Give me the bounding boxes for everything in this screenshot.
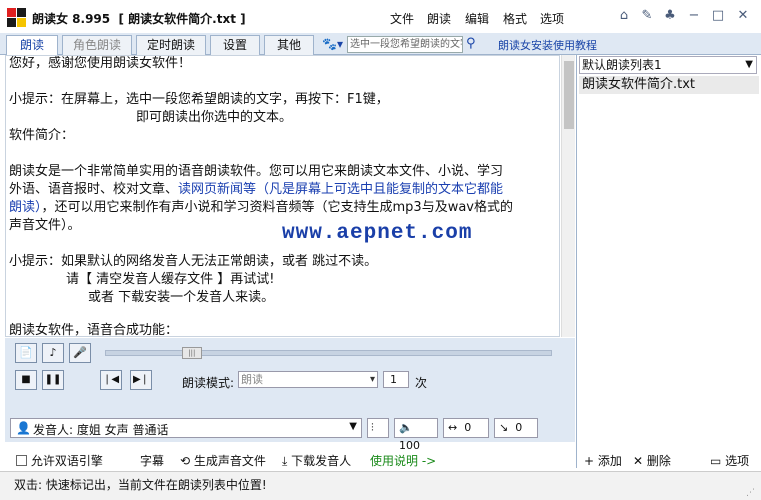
help-link[interactable]: 朗读女安装使用教程 bbox=[498, 37, 597, 53]
menu-read[interactable]: 朗读 bbox=[427, 10, 451, 27]
chevron-down-icon: ▼ bbox=[745, 59, 753, 70]
menu-file[interactable]: 文件 bbox=[390, 10, 414, 27]
download-icon: ⤓ bbox=[282, 454, 288, 468]
subtitle-button[interactable]: 字幕 bbox=[140, 452, 164, 469]
text-line: 朗读），还可以用它来制作有声小说和学习资料音频等（它支持生成mp3与及wav格式… bbox=[9, 200, 513, 215]
plus-icon: + bbox=[584, 454, 595, 468]
text-line: 声音文件）。 bbox=[9, 218, 81, 233]
maximize-icon[interactable]: □ bbox=[710, 8, 726, 24]
document-icon[interactable]: 📄 bbox=[15, 343, 37, 363]
next-button[interactable]: ▶❘ bbox=[130, 370, 152, 390]
chevron-down-icon: ▾ bbox=[369, 374, 375, 385]
text-line: 外语、语音报时、校对文章、读网页新闻等（凡是屏幕上可选中且能复制的文本它都能 bbox=[9, 182, 504, 197]
text-line: 小提示：如果默认的网络发音人无法正常朗读，或者 跳过不读。 bbox=[9, 254, 378, 269]
paw-dropdown-icon[interactable]: 🐾▾ bbox=[322, 36, 344, 53]
text-line: 请【 清空发音人缓存文件 】再试试! bbox=[66, 272, 275, 287]
text-line: 或者 下载安装一个发音人来读。 bbox=[88, 290, 275, 305]
shirt-icon[interactable]: ♣ bbox=[662, 8, 678, 24]
speed-control[interactable]: ↔ 0 bbox=[443, 418, 489, 438]
music-icon[interactable]: ♪ bbox=[42, 343, 64, 363]
stop-button[interactable]: ■ bbox=[15, 370, 37, 390]
text-line: 软件简介： bbox=[9, 128, 75, 143]
waveform-icon: ⫶ bbox=[371, 421, 374, 434]
scrollbar-thumb[interactable] bbox=[564, 61, 574, 129]
bottom-toolbar: 允许双语引擎 字幕 ⟲ 生成声音文件 ⤓ 下载发音人 使用说明 -> + 添加 … bbox=[0, 448, 761, 470]
refresh-icon: ⟲ bbox=[180, 454, 191, 468]
search-icon[interactable]: ⚲ bbox=[466, 36, 476, 51]
generate-audio-button[interactable]: ⟲ 生成声音文件 bbox=[180, 452, 266, 469]
vertical-scrollbar[interactable] bbox=[561, 55, 575, 337]
tab-other[interactable]: 其他 bbox=[264, 35, 314, 55]
microphone-icon[interactable]: 🎤 bbox=[69, 343, 91, 363]
mode-label: 朗读模式: bbox=[182, 376, 235, 390]
options-icon: ▭ bbox=[710, 454, 722, 468]
x-icon: ✕ bbox=[633, 454, 644, 468]
repeat-unit-label: 次 bbox=[415, 376, 428, 390]
menu-options[interactable]: 选项 bbox=[540, 10, 564, 27]
mode-select-value: 朗读 bbox=[241, 373, 263, 386]
previous-button[interactable]: ❘◀ bbox=[100, 370, 122, 390]
repeat-count-input[interactable]: 1 bbox=[383, 371, 409, 388]
dual-lang-checkbox[interactable]: 允许双语引擎 bbox=[16, 452, 103, 469]
close-icon[interactable]: ✕ bbox=[735, 8, 751, 24]
chevron-down-icon: ▼ bbox=[349, 421, 357, 432]
app-logo-icon bbox=[7, 8, 26, 27]
mode-select[interactable]: 朗读 ▾ bbox=[238, 371, 378, 388]
menu-edit[interactable]: 编辑 bbox=[465, 10, 489, 27]
menu-format[interactable]: 格式 bbox=[503, 10, 527, 27]
playlist-select[interactable]: 默认朗读列表1 ▼ bbox=[579, 56, 757, 74]
volume-icon: 🔈 bbox=[399, 421, 413, 434]
status-text: 双击: 快速标记出，当前文件在朗读列表中位置! bbox=[14, 478, 267, 492]
usage-link[interactable]: 使用说明 -> bbox=[370, 452, 436, 469]
voice-select[interactable]: 👤 发音人: 度姐 女声 普通话 ▼ bbox=[10, 418, 362, 438]
minimize-icon[interactable]: − bbox=[686, 8, 702, 24]
pitch-icon: ↘ bbox=[499, 421, 509, 434]
voice-label: 发音人: 度姐 女声 普通话 bbox=[33, 423, 169, 437]
speed-icon: ↔ bbox=[448, 421, 458, 434]
options-button[interactable]: ▭ 选项 bbox=[710, 452, 749, 469]
text-line: 小提示：在屏幕上，选中一段您希望朗读的文字，再按下：F1键， bbox=[9, 92, 389, 107]
seek-bar[interactable] bbox=[105, 350, 552, 356]
voice-settings-button[interactable]: ⫶ bbox=[367, 418, 389, 438]
search-input[interactable]: 选中一段您希望朗读的文字 bbox=[347, 36, 463, 53]
text-line: 即可朗读出你选中的文本。 bbox=[136, 110, 293, 125]
home-icon[interactable]: ⌂ bbox=[616, 8, 632, 24]
seek-thumb[interactable]: ||| bbox=[181, 347, 202, 359]
person-icon: 👤 bbox=[16, 421, 31, 435]
resize-grip-icon[interactable]: ⋰ bbox=[746, 488, 755, 498]
tab-settings[interactable]: 设置 bbox=[210, 35, 260, 55]
tab-role-read[interactable]: 角色朗读 bbox=[62, 35, 132, 55]
status-bar: 双击: 快速标记出，当前文件在朗读列表中位置! ⋰ bbox=[0, 471, 761, 500]
text-line: 您好，感谢您使用朗读女软件！ bbox=[9, 56, 192, 71]
text-editor[interactable]: 您好，感谢您使用朗读女软件！ 小提示：在屏幕上，选中一段您希望朗读的文字，再按下… bbox=[5, 55, 560, 337]
volume-control[interactable]: 🔈 100 bbox=[394, 418, 438, 452]
playlist-select-value: 默认朗读列表1 bbox=[582, 58, 662, 72]
title-bar: 朗读女 8.995 [ 朗读女软件简介.txt ] 文件 朗读 编辑 格式 选项… bbox=[0, 0, 761, 33]
speed-value: 0 bbox=[464, 421, 472, 434]
pitch-value: 0 bbox=[515, 421, 523, 434]
checkbox-box bbox=[16, 455, 27, 466]
tab-timed-read[interactable]: 定时朗读 bbox=[136, 35, 206, 55]
download-voice-button[interactable]: ⤓ 下载发音人 bbox=[282, 452, 351, 469]
dual-lang-label: 允许双语引擎 bbox=[30, 454, 103, 468]
watermark: www.aepnet.com bbox=[282, 222, 473, 245]
playlist-panel: 默认朗读列表1 ▼ 朗读女软件简介.txt bbox=[576, 55, 761, 468]
add-button[interactable]: + 添加 bbox=[584, 452, 622, 469]
pause-button[interactable]: ❚❚ bbox=[42, 370, 64, 390]
playlist-item[interactable]: 朗读女软件简介.txt bbox=[579, 76, 759, 94]
tab-read[interactable]: 朗读 bbox=[6, 35, 58, 56]
text-line: 朗读女是一个非常简单实用的语音朗读软件。您可以用它来朗读文本文件、小说、学习 bbox=[9, 164, 504, 179]
window-title: 朗读女 8.995 [ 朗读女软件简介.txt ] bbox=[32, 12, 246, 26]
pin-icon[interactable]: ✎ bbox=[639, 8, 655, 24]
delete-button[interactable]: ✕ 删除 bbox=[633, 452, 671, 469]
text-line: 朗读女软件，语音合成功能： bbox=[9, 323, 179, 337]
pitch-control[interactable]: ↘ 0 bbox=[494, 418, 538, 438]
